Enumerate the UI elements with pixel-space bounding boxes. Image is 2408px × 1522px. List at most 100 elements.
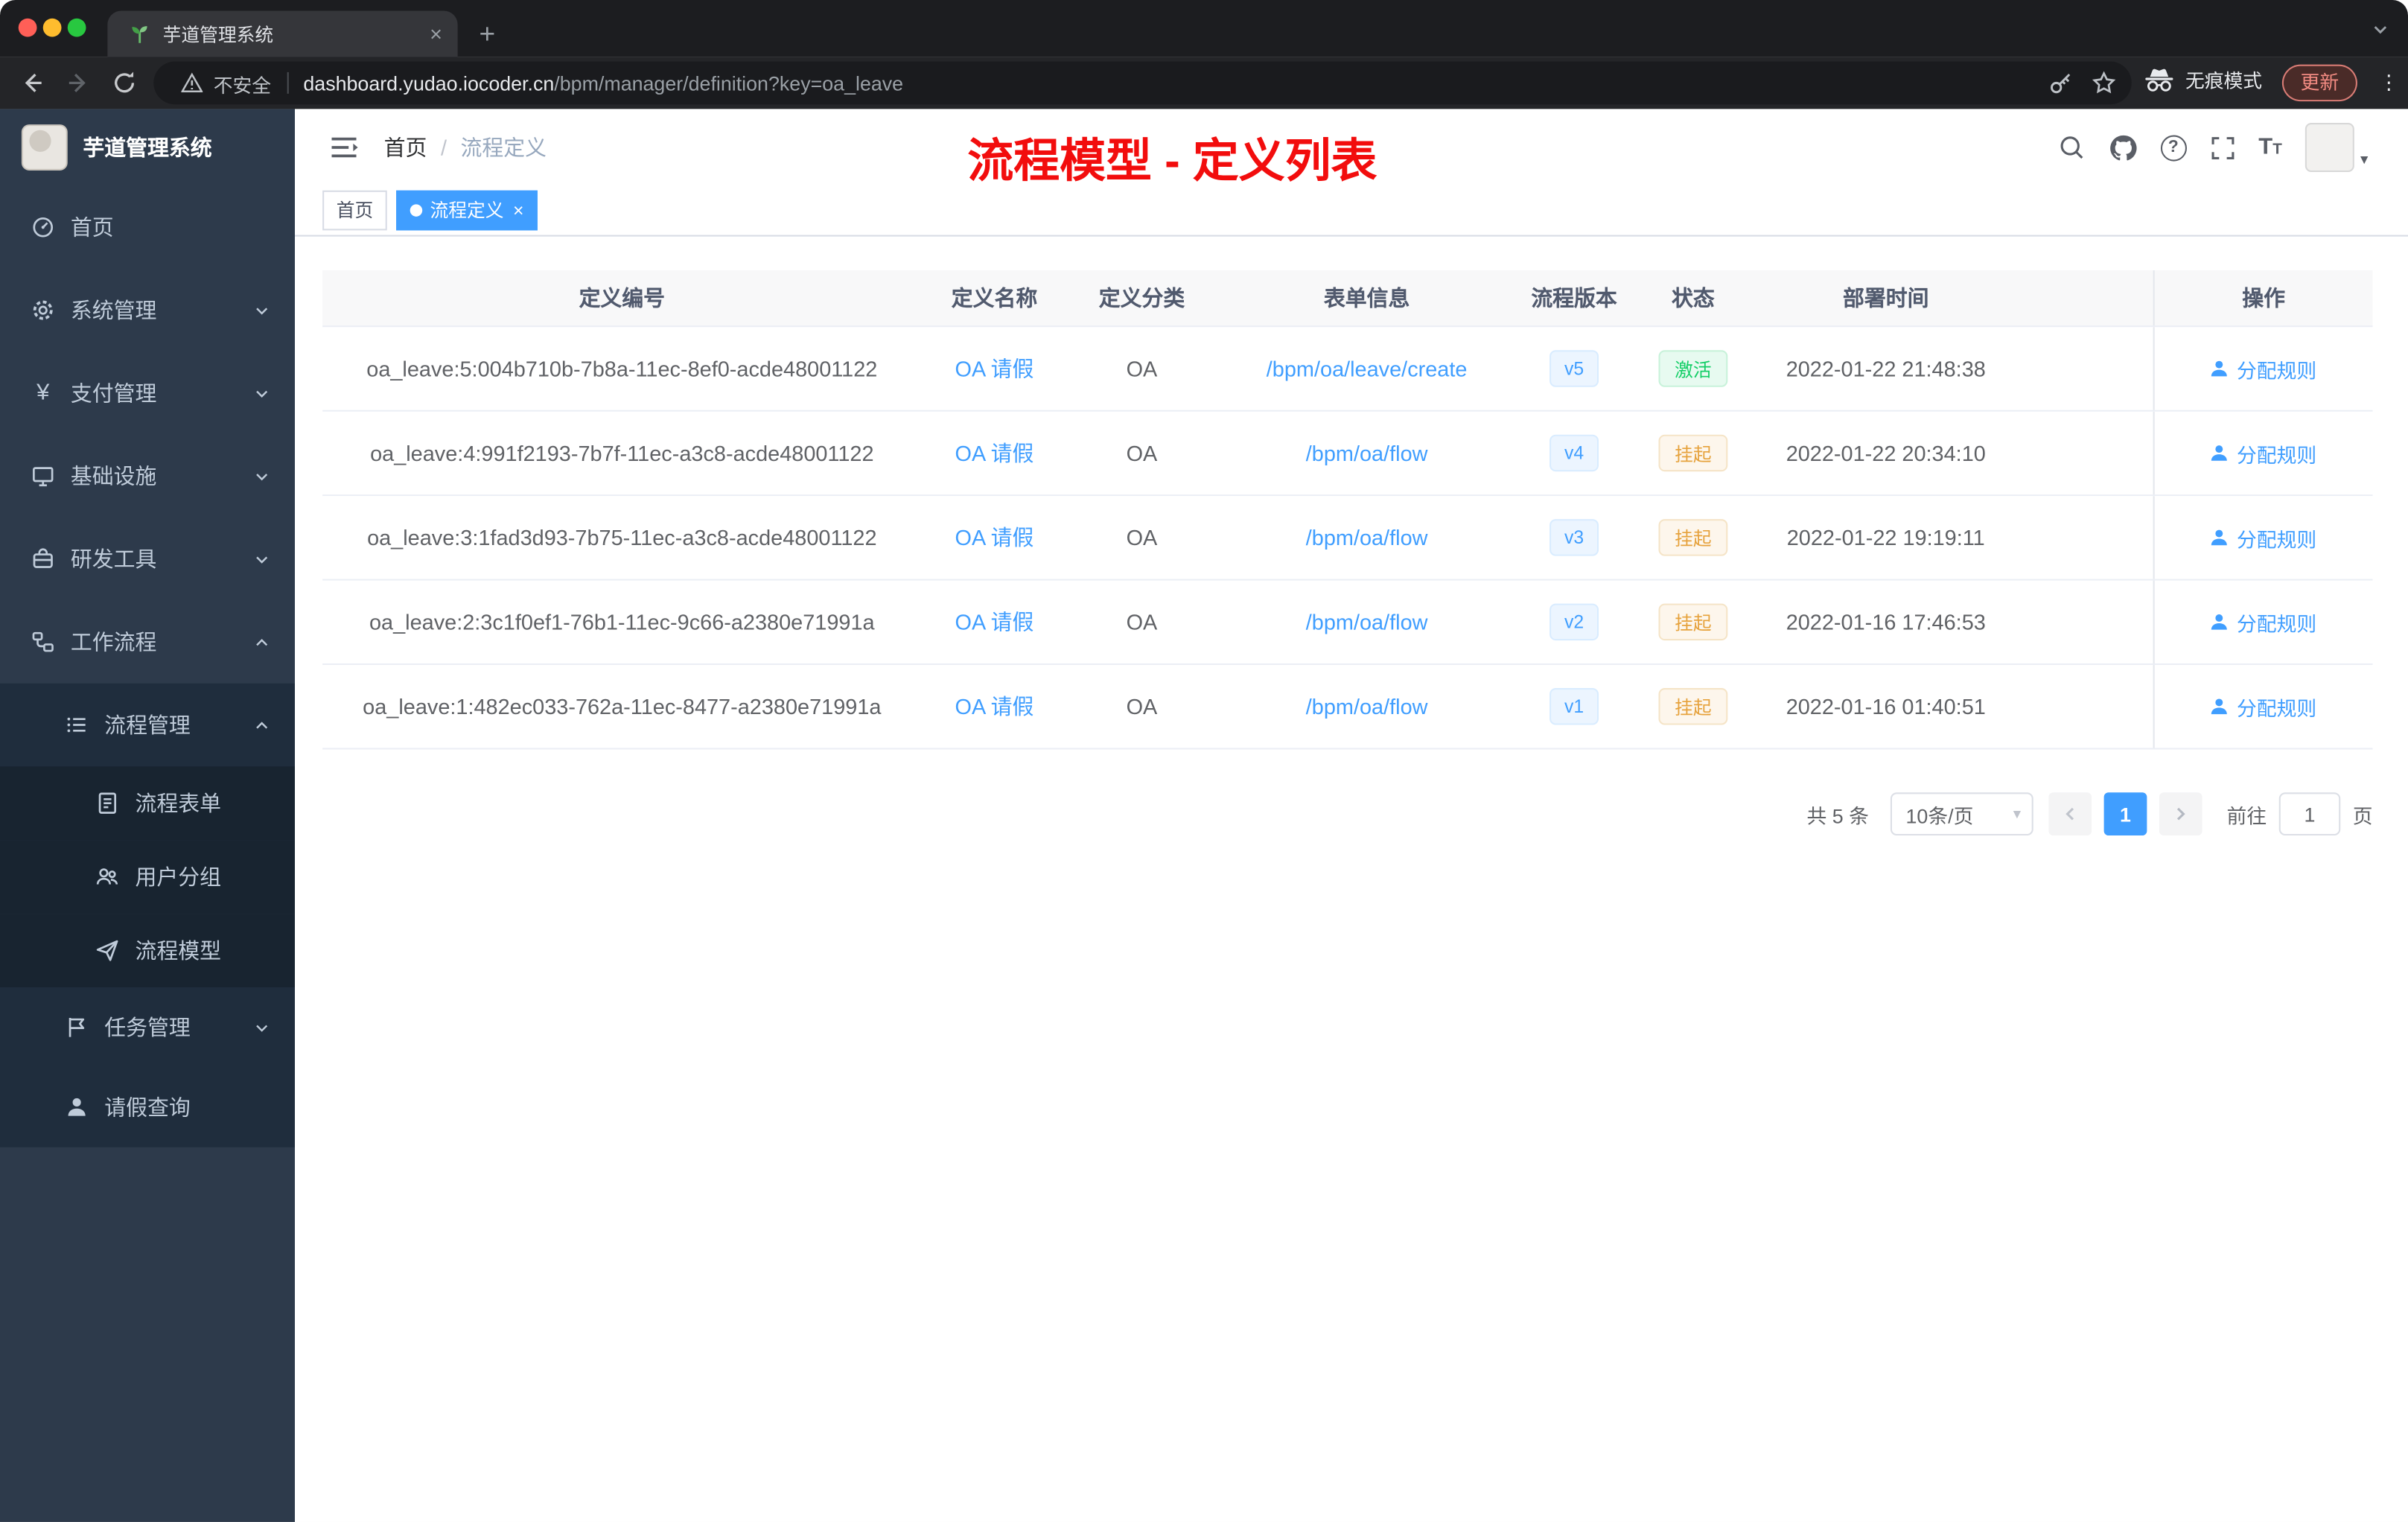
form-info-link[interactable]: /bpm/oa/leave/create [1267,357,1468,381]
page-unit-label: 页 [2352,803,2373,827]
assign-rule-link[interactable]: 分配规则 [2211,439,2316,468]
col-header-category: 定义分类 [1098,285,1185,311]
definition-table: 定义编号 定义名称 定义分类 表单信息 流程版本 状态 部署时间 操作 oa_l… [322,270,2373,750]
assign-rule-link[interactable]: 分配规则 [2211,692,2316,721]
definition-id: oa_leave:5:004b710b-7b8a-11ec-8ef0-acde4… [366,356,878,381]
form-info-link[interactable]: /bpm/oa/flow [1306,694,1428,719]
page-content: 定义编号 定义名称 定义分类 表单信息 流程版本 状态 部署时间 操作 oa_l… [295,237,2408,835]
prev-page-button[interactable] [2048,792,2092,835]
sidebar-item-payment[interactable]: ¥ 支付管理 [0,351,295,434]
deploy-time: 2022-01-22 20:34:10 [1786,440,1986,465]
minimize-window-button[interactable] [42,18,62,37]
sidebar-item-process-form[interactable]: 流程表单 [0,766,295,841]
version-badge: v3 [1549,519,1599,556]
caret-down-icon: ▾ [2360,152,2369,169]
font-size-icon[interactable]: TT [2258,133,2282,161]
browser-update-button[interactable]: 更新 [2281,64,2357,102]
form-info-link[interactable]: /bpm/oa/flow [1306,441,1428,465]
definition-category: OA [1126,356,1158,381]
sidebar-item-system[interactable]: 系统管理 [0,269,295,351]
browser-menu-icon[interactable]: ⋮ [2379,71,2399,95]
avatar [2305,123,2354,172]
table-header-row: 定义编号 定义名称 定义分类 表单信息 流程版本 状态 部署时间 操作 [322,270,2373,328]
user-avatar-menu[interactable]: ▾ [2305,123,2369,172]
col-header-id: 定义编号 [579,285,666,311]
table-row: oa_leave:5:004b710b-7b8a-11ec-8ef0-acde4… [322,327,2373,412]
pagination-total: 共 5 条 [1806,803,1869,827]
hamburger-icon[interactable] [328,132,359,162]
definition-name-link[interactable]: OA 请假 [955,691,1033,722]
assign-rule-link[interactable]: 分配规则 [2211,354,2316,383]
app-logo-row[interactable]: 芋道管理系统 [0,109,295,185]
form-info-link[interactable]: /bpm/oa/flow [1306,610,1428,634]
chevron-down-icon [256,308,268,315]
chevron-up-icon [256,722,268,729]
tab-strip: 芋道管理系统 × + [0,0,2408,57]
definition-id: oa_leave:2:3c1f0ef1-76b1-11ec-9c66-a2380… [369,609,875,634]
col-header-form: 表单信息 [1323,285,1410,311]
table-row: oa_leave:2:3c1f0ef1-76b1-11ec-9c66-a2380… [322,580,2373,666]
breadcrumb-current: 流程定义 [460,135,547,160]
not-secure-label[interactable]: 不安全 [214,69,271,98]
col-header-filler [2016,270,2153,325]
sidebar-item-user-group[interactable]: 用户分组 [0,840,295,914]
filler-cell [2016,665,2153,748]
definition-id: oa_leave:1:482ec033-762a-11ec-8477-a2380… [363,694,882,719]
sidebar-item-leave-query[interactable]: 请假查询 [0,1067,295,1147]
goto-page-input[interactable] [2278,792,2341,835]
assign-rule-link[interactable]: 分配规则 [2211,523,2316,552]
tab-close-icon[interactable]: × [430,23,442,45]
sidebar-item-infrastructure[interactable]: 基础设施 [0,435,295,518]
github-icon[interactable] [2108,133,2137,162]
deploy-time: 2022-01-22 21:48:38 [1786,356,1986,381]
zoom-window-button[interactable] [67,18,86,37]
reload-button[interactable] [111,69,138,97]
url-bar[interactable]: 不安全 dashboard.yudao.iocoder.cn/bpm/manag… [153,61,2132,105]
back-button[interactable] [19,69,46,97]
not-secure-warning-icon [181,72,203,92]
version-badge: v2 [1549,603,1599,641]
workflow-icon [32,631,54,652]
new-tab-button[interactable]: + [480,10,496,57]
definition-name-link[interactable]: OA 请假 [955,522,1033,553]
browser-tab[interactable]: 芋道管理系统 × [107,10,458,57]
next-page-button[interactable] [2159,792,2202,835]
forward-button[interactable] [65,69,92,97]
page-size-select[interactable]: 10条/页 ▾ [1890,792,2033,835]
chevron-down-icon [256,474,268,481]
person-icon [2211,445,2228,461]
tab-search-chevron-icon[interactable] [2372,20,2390,39]
form-info-link[interactable]: /bpm/oa/flow [1306,525,1428,550]
search-icon[interactable] [2057,133,2085,161]
col-header-version: 流程版本 [1531,285,1617,311]
sidebar-item-task-management[interactable]: 任务管理 [0,987,295,1068]
tag-process-definition[interactable]: 流程定义 × [396,190,538,231]
definition-name-link[interactable]: OA 请假 [955,353,1033,383]
sidebar-item-workflow[interactable]: 工作流程 [0,600,295,683]
tag-home[interactable]: 首页 [322,190,387,231]
chevron-down-icon [256,1025,268,1032]
definition-id: oa_leave:3:1fad3d93-7b75-11ec-a3c8-acde4… [367,525,877,550]
definition-name-link[interactable]: OA 请假 [955,438,1033,468]
fullscreen-icon[interactable] [2209,134,2235,160]
sidebar-item-dev-tools[interactable]: 研发工具 [0,518,295,600]
breadcrumb-home[interactable]: 首页 [384,132,427,162]
deploy-time: 2022-01-22 19:19:11 [1786,525,1985,550]
page-number-1[interactable]: 1 [2103,792,2147,835]
sidebar-item-process-management[interactable]: 流程管理 [0,683,295,767]
question-icon[interactable]: ? [2160,134,2187,161]
sidebar-item-process-model[interactable]: 流程模型 [0,914,295,988]
definition-name-link[interactable]: OA 请假 [955,607,1033,637]
password-key-icon[interactable] [2048,71,2073,95]
form-icon [98,792,117,814]
tag-close-icon[interactable]: × [513,201,523,220]
close-window-button[interactable] [18,18,37,37]
annotation-overlay-text: 流程模型 - 定义列表 [967,136,1377,188]
deploy-time: 2022-01-16 17:46:53 [1786,609,1986,634]
bookmark-star-icon[interactable] [2092,71,2116,95]
table-row: oa_leave:3:1fad3d93-7b75-11ec-a3c8-acde4… [322,496,2373,581]
gear-icon [33,300,53,320]
assign-rule-link[interactable]: 分配规则 [2211,608,2316,637]
flag-icon [69,1018,85,1037]
sidebar-item-home[interactable]: 首页 [0,186,295,269]
